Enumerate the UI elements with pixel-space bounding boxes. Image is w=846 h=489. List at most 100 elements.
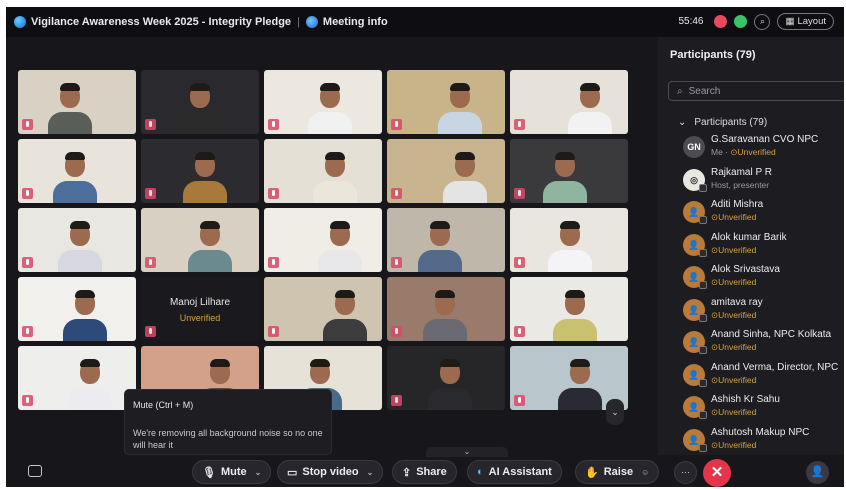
participant-video-tile[interactable]: [510, 139, 628, 203]
participant-figure: [68, 359, 112, 410]
search-icon[interactable]: ⌕: [754, 13, 771, 30]
participant-video-tile[interactable]: [18, 139, 136, 203]
participant-video-tile[interactable]: [387, 346, 505, 410]
muted-microphone-icon: [145, 188, 156, 199]
muted-microphone-icon: [145, 119, 156, 130]
participant-figure: [53, 152, 97, 203]
chevron-down-icon[interactable]: ⌄: [255, 468, 262, 477]
participant-status: ⊙Unverified: [711, 375, 756, 386]
participant-list-item[interactable]: 👤 Ashish Kr Sahu ⊙Unverified: [678, 392, 844, 425]
participant-status: ⊙Unverified: [711, 212, 756, 223]
participant-video-tile[interactable]: [141, 208, 259, 272]
chevron-down-icon[interactable]: ⌄: [367, 468, 374, 477]
figure-hair: [455, 152, 475, 160]
participant-name-tile[interactable]: Manoj Lilhare Unverified: [141, 277, 259, 341]
muted-microphone-icon: [145, 257, 156, 268]
participant-list-item[interactable]: 👤 Anand Verma, Director, NPC ⊙Unverified: [678, 360, 844, 393]
device-icon: [699, 183, 707, 192]
participant-video-tile[interactable]: [387, 208, 505, 272]
participant-name: Alok Srivastava: [711, 264, 780, 275]
more-options-button[interactable]: ···: [674, 461, 697, 484]
participant-video-tile[interactable]: [18, 70, 136, 134]
avatar: 👤: [683, 396, 707, 419]
meeting-info-link[interactable]: Meeting info: [323, 16, 388, 28]
participants-search-input[interactable]: ⌕ Search: [668, 81, 844, 101]
muted-microphone-icon: [391, 188, 402, 199]
figure-body: [423, 319, 467, 341]
participant-video-tile[interactable]: [387, 277, 505, 341]
participant-video-tile[interactable]: [510, 277, 628, 341]
device-icon: [699, 443, 707, 452]
stop-video-button[interactable]: ▭ Stop video ⌄: [277, 460, 384, 484]
layout-icon: ▦: [785, 16, 795, 27]
participants-group-header[interactable]: ⌄ Participants (79): [678, 117, 767, 128]
chevron-down-icon: ⌄: [678, 117, 687, 128]
unverified-badge: ⊙Unverified: [711, 407, 757, 417]
participant-list-item[interactable]: ◎ Rajkamal P R Host, presenter: [678, 165, 844, 198]
figure-body: [53, 181, 97, 203]
figure-hair: [560, 221, 580, 229]
connection-status-icon[interactable]: [734, 15, 748, 28]
participant-video-tile[interactable]: [18, 346, 136, 410]
participant-video-tile[interactable]: [387, 139, 505, 203]
participant-video-tile[interactable]: [18, 277, 136, 341]
participant-video-tile[interactable]: [264, 277, 382, 341]
muted-microphone-icon: [514, 257, 525, 268]
unverified-badge: ⊙Unverified: [730, 147, 776, 157]
device-icon: [699, 346, 707, 354]
avatar: 👤: [683, 233, 707, 257]
participant-name: Rajkamal P R: [711, 166, 772, 178]
share-button[interactable]: ⇪ Share: [392, 460, 457, 484]
muted-microphone-icon: [22, 395, 33, 406]
end-call-button[interactable]: ✕: [703, 459, 731, 487]
participant-video-tile[interactable]: [141, 70, 259, 134]
raise-hand-button[interactable]: ✋ Raise ☺: [575, 460, 660, 484]
participant-video-tile[interactable]: [510, 208, 628, 272]
unverified-badge: ⊙Unverified: [711, 309, 757, 320]
mute-button[interactable]: 🎙 Mute ⌄: [192, 460, 272, 484]
reactions-icon[interactable]: ☺: [641, 468, 649, 477]
participant-status: ⊙Unverified: [711, 407, 756, 418]
participant-list-item[interactable]: 👤 Alok Srivastava ⊙Unverified: [678, 262, 844, 295]
participant-list-item[interactable]: 👤 Aditi Mishra ⊙Unverified: [678, 197, 844, 230]
participant-figure: [63, 290, 107, 341]
captions-icon[interactable]: [28, 465, 42, 477]
figure-hair: [565, 290, 585, 298]
figure-hair: [335, 290, 355, 298]
participant-list-item[interactable]: GN G.Saravanan CVO NPC Me · ⊙Unverified: [678, 132, 844, 165]
participant-video-tile[interactable]: [387, 70, 505, 134]
figure-hair: [435, 290, 455, 298]
avatar: 👤: [683, 331, 707, 354]
recording-icon[interactable]: [714, 15, 728, 28]
tooltip-title: Mute (Ctrl + M): [133, 400, 194, 410]
participant-status: ⊙Unverified: [711, 440, 756, 451]
participant-figure: [543, 152, 587, 203]
people-icon: 👤: [810, 466, 825, 478]
participant-list-item[interactable]: 👤 Ashutosh Makup NPC ⊙Unverified: [678, 425, 844, 456]
unverified-badge: ⊙Unverified: [711, 244, 757, 255]
participant-list-item[interactable]: 👤 Anand Sinha, NPC Kolkata ⊙Unverified: [678, 327, 844, 360]
participant-list-item[interactable]: 👤 Alok kumar Barik ⊙Unverified: [678, 230, 844, 263]
muted-microphone-icon: [268, 326, 279, 337]
participant-video-tile[interactable]: [141, 139, 259, 203]
participants-toggle-button[interactable]: 👤: [806, 461, 829, 484]
tooltip-body: We're removing all background noise so n…: [133, 428, 323, 450]
figure-hair: [195, 152, 215, 160]
layout-button[interactable]: ▦ Layout: [777, 13, 834, 30]
participant-name: Anand Sinha, NPC Kolkata: [711, 329, 832, 340]
figure-hair: [430, 221, 450, 229]
meeting-toolbar: 🎙 Mute ⌄ ▭ Stop video ⌄ ⇪ Share ◐ AI Ass…: [6, 455, 844, 487]
participant-video-tile[interactable]: [264, 208, 382, 272]
meeting-info-icon[interactable]: [305, 16, 318, 28]
ai-assistant-button[interactable]: ◐ AI Assistant: [467, 460, 562, 484]
figure-body: [318, 250, 362, 272]
participant-video-tile[interactable]: [18, 208, 136, 272]
participant-video-tile[interactable]: [264, 70, 382, 134]
avatar: GN: [683, 136, 705, 158]
participant-video-tile[interactable]: [264, 139, 382, 203]
figure-hair: [200, 221, 220, 229]
participant-video-tile[interactable]: [510, 70, 628, 134]
participant-list-item[interactable]: 👤 amitava ray ⊙Unverified: [678, 295, 844, 328]
scroll-down-button[interactable]: ⌄: [606, 399, 624, 425]
participant-name: Alok kumar Barik: [711, 231, 787, 243]
